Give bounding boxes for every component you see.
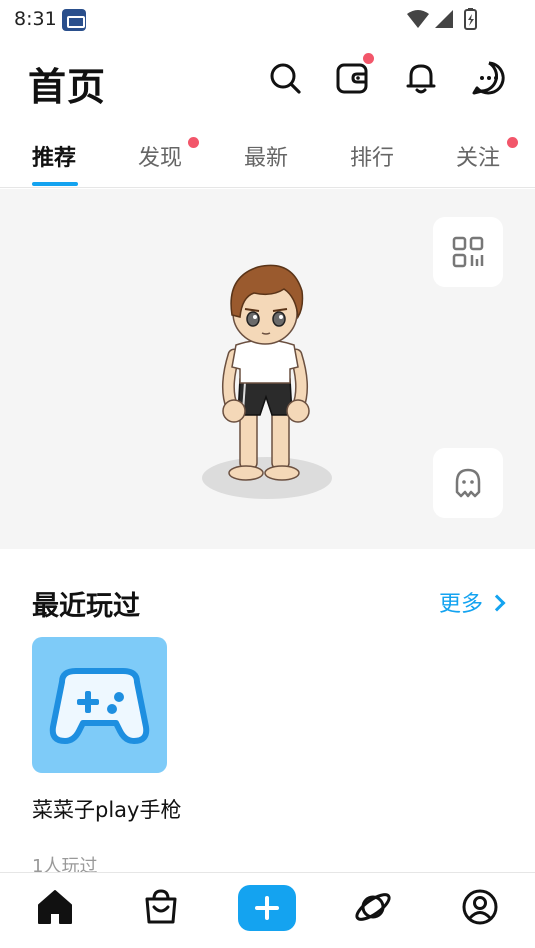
- gamepad-icon: [49, 668, 150, 744]
- avatar-face-icon: [455, 468, 481, 498]
- qr-grid-icon: [452, 236, 484, 268]
- game-card-thumbnail[interactable]: [32, 637, 167, 773]
- wifi-icon: [407, 10, 429, 28]
- search-icon[interactable]: [265, 58, 305, 98]
- recent-section-title: 最近玩过: [32, 591, 140, 622]
- chevron-right-icon: [488, 594, 506, 612]
- avatar-edit-button[interactable]: [433, 448, 503, 518]
- character-avatar[interactable]: [212, 257, 322, 487]
- planet-icon[interactable]: [351, 885, 395, 929]
- category-tabs: 推荐 发现 最新 排行 关注: [0, 130, 535, 188]
- status-indicators: [407, 8, 477, 30]
- tab-latest[interactable]: 最新: [244, 140, 288, 172]
- page-title: 首页: [28, 65, 107, 109]
- avatar-showcase: [0, 189, 535, 549]
- tab-ranking[interactable]: 排行: [350, 140, 394, 172]
- tab-following-dot: [507, 137, 518, 148]
- active-tab-indicator: [32, 182, 78, 186]
- more-link[interactable]: 更多: [438, 586, 506, 618]
- wallet-icon[interactable]: [333, 58, 373, 98]
- bottom-navigation: [0, 872, 535, 948]
- signal-icon: [435, 10, 453, 28]
- tab-discover-dot: [188, 137, 199, 148]
- tab-recommended[interactable]: 推荐: [32, 140, 76, 172]
- chat-icon[interactable]: [469, 58, 509, 98]
- status-time: 8:31: [14, 8, 57, 30]
- qr-grid-button[interactable]: [433, 217, 503, 287]
- more-link-label: 更多: [438, 592, 483, 617]
- tab-discover[interactable]: 发现: [138, 140, 182, 172]
- game-title[interactable]: 菜菜子play手枪: [32, 793, 192, 827]
- status-bar: 8:31: [0, 0, 535, 40]
- bell-icon[interactable]: [401, 58, 441, 98]
- profile-icon[interactable]: [458, 885, 502, 929]
- app-notification-icon: [62, 9, 86, 31]
- plus-icon: [255, 896, 279, 920]
- store-icon[interactable]: [139, 885, 183, 929]
- create-button[interactable]: [238, 885, 296, 931]
- wallet-badge-dot: [363, 53, 374, 64]
- tab-following[interactable]: 关注: [456, 140, 500, 172]
- home-icon[interactable]: [33, 885, 77, 929]
